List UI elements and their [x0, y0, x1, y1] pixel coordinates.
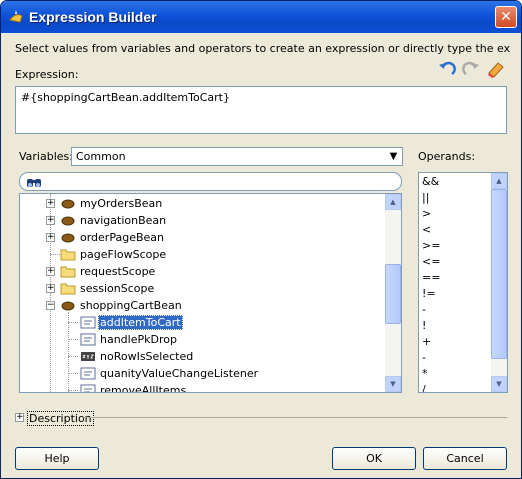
expression-label: Expression:	[15, 68, 79, 81]
tree-item[interactable]: + requestScope	[20, 263, 385, 280]
tree-item-label: navigationBean	[80, 214, 167, 227]
operand-item[interactable]: +	[422, 335, 431, 350]
tree-item-label: sessionScope	[80, 282, 155, 295]
variables-select[interactable]: Common ▼	[71, 147, 403, 166]
tree-scrollbar[interactable]: ▲ ▼	[385, 194, 401, 392]
tree-guide-line	[68, 390, 78, 391]
tree-item[interactable]: quanityValueChangeListener	[20, 365, 385, 382]
expand-icon[interactable]: +	[46, 267, 55, 276]
cancel-button[interactable]: Cancel	[423, 447, 507, 470]
bean-icon	[61, 199, 75, 209]
clear-eraser-icon[interactable]	[486, 59, 506, 79]
method-icon	[80, 384, 96, 392]
tree-item[interactable]: noRowIsSelected	[20, 348, 385, 365]
scroll-thumb[interactable]	[491, 189, 507, 359]
variables-label: Variables:	[19, 150, 73, 163]
expand-icon[interactable]: +	[46, 199, 55, 208]
operand-item[interactable]: -	[422, 303, 426, 318]
tree-item[interactable]: + navigationBean	[20, 212, 385, 229]
operands-list[interactable]: && || > < >= <= == != - ! + - * / ▲ ▼	[418, 172, 508, 393]
tree-item[interactable]: + sessionScope	[20, 280, 385, 297]
redo-icon[interactable]	[461, 59, 481, 79]
expression-field[interactable]: #{shoppingCartBean.addItemToCart}	[15, 86, 507, 134]
expand-icon[interactable]: +	[46, 284, 55, 293]
tree-item[interactable]: pageFlowScope	[20, 246, 385, 263]
tree-item[interactable]: − shoppingCartBean	[20, 297, 385, 314]
expand-icon[interactable]: +	[46, 216, 55, 225]
tree-guide-line	[68, 373, 78, 374]
operands-scrollbar[interactable]: ▲ ▼	[491, 173, 507, 392]
description-divider	[83, 417, 507, 418]
tree-item-label: quanityValueChangeListener	[100, 367, 259, 380]
chevron-down-icon[interactable]: ▼	[385, 148, 402, 165]
tree-item-label: noRowIsSelected	[100, 350, 194, 363]
operand-item[interactable]: >=	[422, 239, 440, 254]
bean-icon	[61, 216, 75, 226]
tree-item[interactable]: + orderPageBean	[20, 229, 385, 246]
variables-search-input[interactable]	[19, 172, 402, 191]
instruction-text: Select values from variables and operato…	[15, 42, 511, 55]
operand-item[interactable]: <	[422, 223, 431, 238]
tree-item[interactable]: handlePkDrop	[20, 331, 385, 348]
variables-tree[interactable]: + myOrdersBean + navigationBean + orderP…	[19, 193, 402, 393]
operand-item[interactable]: !	[422, 319, 426, 334]
tree-item[interactable]: + myOrdersBean	[20, 195, 385, 212]
operand-item[interactable]: &&	[422, 175, 439, 190]
tree-item-selected[interactable]: addItemToCart	[20, 314, 385, 331]
undo-icon[interactable]	[437, 59, 457, 79]
scroll-up-icon[interactable]: ▲	[385, 194, 401, 210]
method-icon	[80, 333, 96, 346]
title-bar[interactable]: Expression Builder ✕	[1, 1, 521, 33]
tree-item-label: handlePkDrop	[100, 333, 177, 346]
tree-item[interactable]: removeAllItems	[20, 382, 385, 393]
operand-item[interactable]: ||	[422, 191, 429, 206]
folder-icon	[60, 283, 76, 295]
tree-item-label: requestScope	[80, 265, 156, 278]
tree-guide-line	[68, 339, 78, 340]
tree-guide-line	[50, 254, 60, 255]
property-icon	[81, 352, 95, 361]
tree-item-label: addItemToCart	[98, 315, 183, 330]
folder-icon	[60, 266, 76, 278]
scroll-thumb[interactable]	[385, 264, 401, 324]
method-icon	[80, 316, 96, 329]
operand-item[interactable]: -	[422, 351, 426, 366]
scroll-down-icon[interactable]: ▼	[385, 376, 401, 392]
description-label[interactable]: Description	[27, 411, 94, 426]
operand-item[interactable]: /	[422, 383, 426, 392]
bean-icon	[61, 301, 75, 311]
operands-label: Operands:	[418, 150, 476, 163]
bean-icon	[61, 233, 75, 243]
tree-guide-line	[68, 322, 78, 323]
expression-builder-dialog: Expression Builder ✕ Select values from …	[0, 0, 522, 479]
ok-button[interactable]: OK	[332, 447, 416, 470]
collapse-icon[interactable]: −	[46, 301, 55, 310]
binoculars-search-icon	[27, 179, 41, 187]
help-button[interactable]: Help	[15, 447, 99, 470]
close-button[interactable]: ✕	[495, 6, 517, 28]
operand-item[interactable]: *	[422, 367, 428, 382]
tree-item-label: orderPageBean	[80, 231, 164, 244]
method-icon	[80, 367, 96, 380]
operand-item[interactable]: ==	[422, 271, 440, 286]
tree-item-label: myOrdersBean	[80, 197, 163, 210]
expand-icon[interactable]: +	[15, 413, 24, 422]
expand-icon[interactable]: +	[46, 233, 55, 242]
scroll-up-icon[interactable]: ▲	[491, 173, 507, 189]
scroll-down-icon[interactable]: ▼	[491, 376, 507, 392]
app-icon	[9, 10, 23, 23]
operand-item[interactable]: <=	[422, 255, 440, 270]
tree-item-label: removeAllItems	[100, 384, 187, 393]
tree-item-label: shoppingCartBean	[80, 299, 182, 312]
variables-selected-value: Common	[76, 150, 126, 163]
operand-item[interactable]: !=	[422, 287, 436, 302]
operand-item[interactable]: >	[422, 207, 431, 222]
tree-item-label: pageFlowScope	[80, 248, 167, 261]
dialog-title: Expression Builder	[29, 9, 157, 25]
folder-icon	[60, 249, 76, 261]
tree-guide-line	[68, 356, 78, 357]
